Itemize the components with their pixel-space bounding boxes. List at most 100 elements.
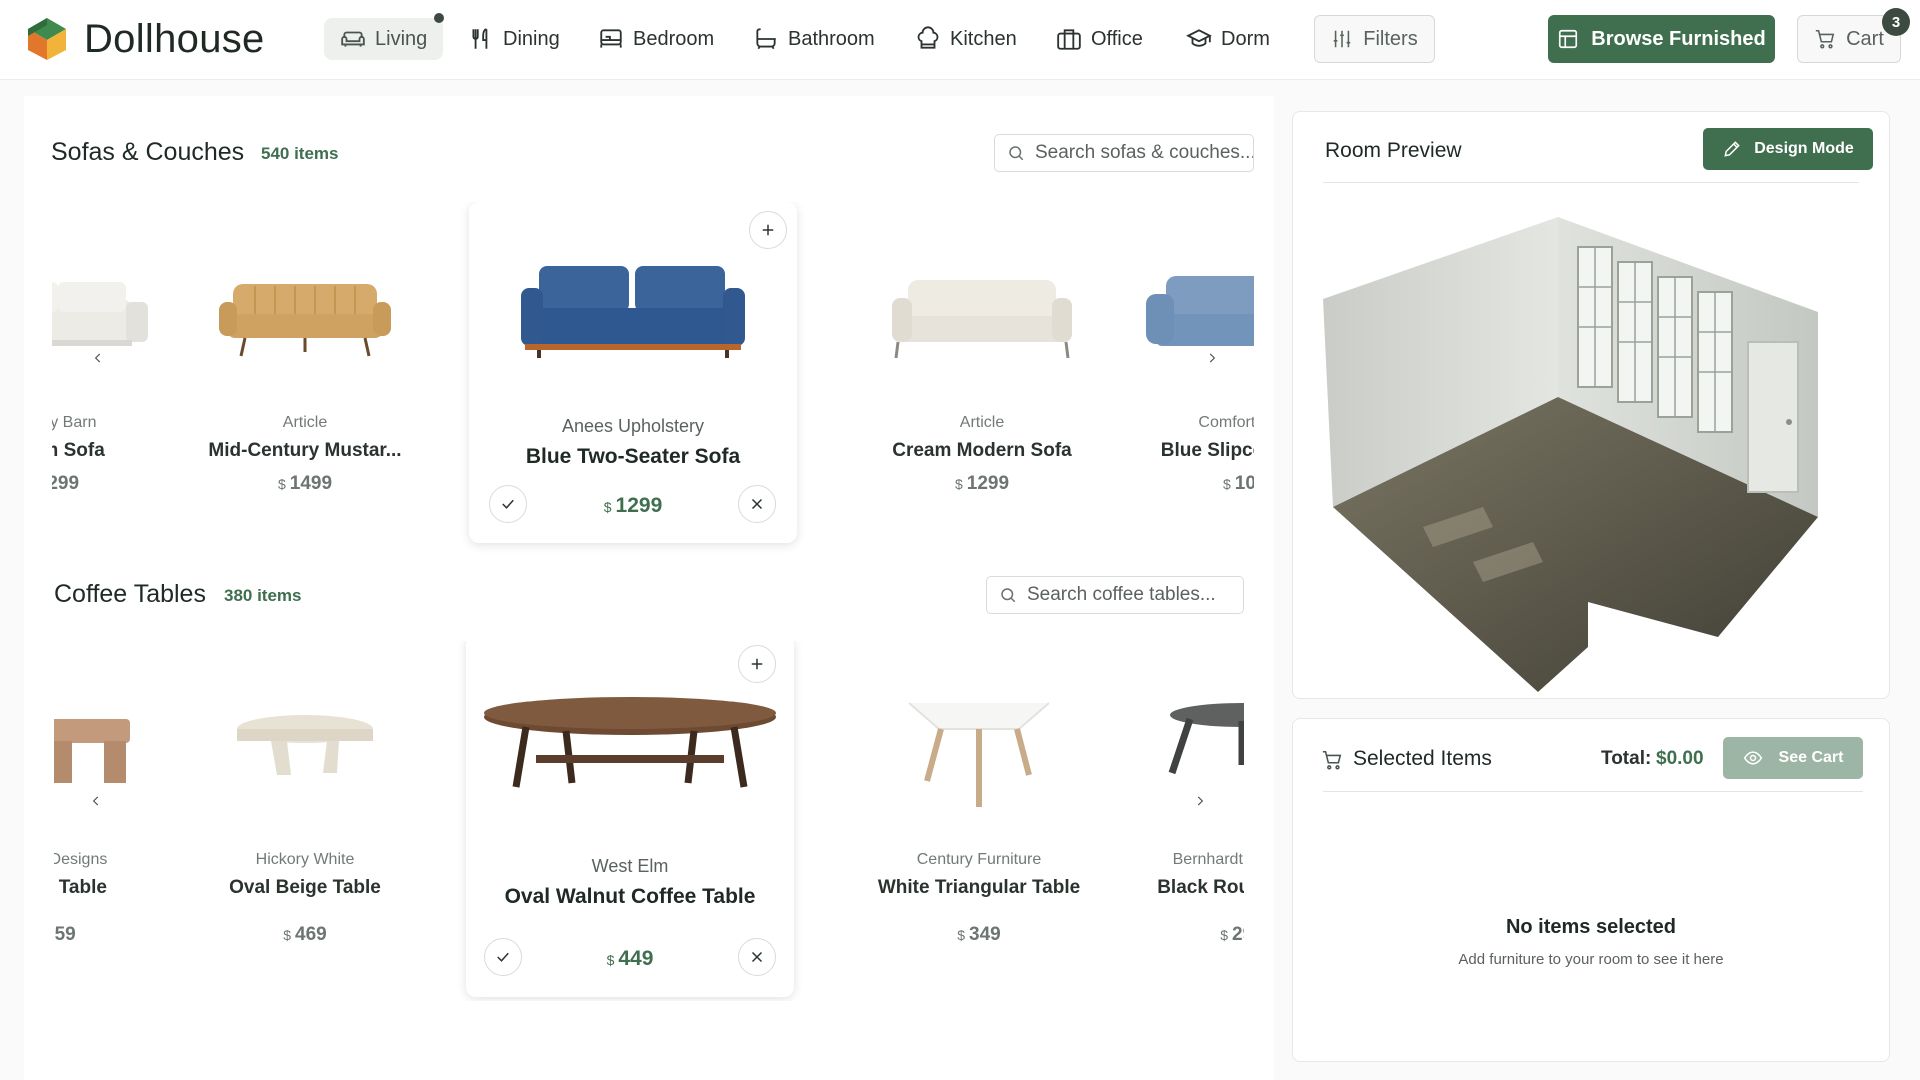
tables-carousel: Rustic Designs Wood Table $359 Hickory W…: [54, 641, 1244, 1001]
product-brand: Pottery Barn: [52, 414, 97, 431]
tables-search-input[interactable]: [1027, 584, 1243, 606]
dismiss-button[interactable]: [738, 485, 776, 523]
plus-icon: [751, 658, 763, 670]
filters-label: Filters: [1363, 27, 1418, 50]
product-name: Blue Slipcover Sofa: [1160, 440, 1254, 461]
product-image: [892, 280, 1072, 359]
product-name: Cream Modern Sofa: [892, 440, 1072, 461]
dismiss-button[interactable]: [738, 938, 776, 976]
panel-divider: [1323, 791, 1863, 792]
product-brand: Bernhardt Furniture: [1172, 851, 1244, 868]
product-card[interactable]: Bernhardt Furniture Black Round Table $2…: [1112, 641, 1244, 1001]
price-value: 1299: [615, 494, 663, 517]
cart-icon: [1815, 29, 1835, 49]
empty-state-title: No items selected: [1505, 916, 1677, 938]
product-image: [908, 702, 1050, 807]
price-value: 1299: [52, 473, 80, 494]
currency-symbol: $: [283, 927, 292, 943]
sofas-search[interactable]: [994, 134, 1254, 172]
active-indicator-dot: [434, 13, 444, 23]
product-name: Oval Beige Table: [229, 877, 381, 898]
nav-tab-office[interactable]: Office: [1040, 18, 1159, 60]
graduation-cap-icon: [1186, 29, 1212, 47]
price-value: 349: [969, 924, 1001, 945]
product-card[interactable]: Article Mid-Century Mustar... $1499: [175, 202, 435, 562]
design-mode-label: Design Mode: [1754, 140, 1854, 157]
nav-tab-label: Living: [375, 27, 428, 50]
panel-divider: [1323, 182, 1859, 183]
utensils-icon: [472, 28, 488, 49]
product-brand: Article: [959, 414, 1005, 431]
product-card[interactable]: Century Furniture White Triangular Table…: [849, 641, 1109, 1001]
selected-items-panel: Selected Items Total: $0.00 See Cart No …: [1292, 718, 1890, 1062]
carousel-next-button[interactable]: [1190, 791, 1210, 811]
cart-label: Cart: [1846, 27, 1884, 50]
catalog-panel: Sofas & Couches 540 items Pottery Barn C…: [24, 96, 1274, 1080]
dollhouse-logo-icon[interactable]: [26, 16, 68, 62]
room-3d-view[interactable]: [1323, 207, 1853, 697]
product-card[interactable]: Hickory White Oval Beige Table $469: [175, 641, 435, 1001]
cart-count-badge: 3: [1882, 8, 1910, 36]
brand-name[interactable]: Dollhouse: [84, 17, 265, 62]
carousel-prev-button[interactable]: [88, 348, 108, 368]
design-mode-button[interactable]: Design Mode: [1703, 128, 1873, 170]
product-brand: Century Furniture: [916, 851, 1042, 868]
product-image: [52, 282, 148, 346]
chef-hat-icon: [917, 26, 939, 49]
price-value: 449: [618, 947, 654, 970]
sofas-section-title: Sofas & Couches: [51, 138, 245, 166]
nav-tab-label: Office: [1091, 27, 1143, 50]
carousel-next-button[interactable]: [1202, 348, 1222, 368]
product-brand: Rustic Designs: [54, 851, 108, 868]
product-card-featured[interactable]: West Elm Oval Walnut Coffee Table $449: [466, 641, 794, 997]
total-value: $0.00: [1656, 748, 1704, 769]
product-price: $1299: [52, 473, 182, 495]
carousel-prev-button[interactable]: [86, 791, 106, 811]
product-card[interactable]: Article Cream Modern Sofa $1299: [852, 202, 1112, 562]
product-card[interactable]: Comfort Living Blue Slipcover Sofa $1099: [1120, 202, 1254, 562]
sliders-icon: [1334, 30, 1351, 48]
tables-item-count: 380 items: [224, 586, 302, 605]
product-name: Wood Table: [54, 877, 107, 898]
sofa-icon: [341, 31, 365, 47]
see-cart-label: See Cart: [1778, 749, 1844, 766]
product-name: Oval Walnut Coffee Table: [504, 885, 756, 908]
browse-furnished-button[interactable]: Browse Furnished: [1548, 15, 1775, 63]
product-image: [1168, 703, 1244, 775]
chevron-left-icon: [92, 796, 99, 806]
nav-tab-bedroom[interactable]: Bedroom: [582, 18, 730, 60]
tables-search[interactable]: [986, 576, 1244, 614]
price-value: 1499: [289, 473, 333, 494]
product-name: White Triangular Table: [877, 877, 1081, 898]
product-card[interactable]: Pottery Barn Cream Sofa $1299: [52, 202, 182, 562]
nav-tab-bathroom[interactable]: Bathroom: [737, 18, 891, 60]
product-image: [54, 719, 130, 783]
currency-symbol: $: [606, 952, 615, 968]
product-image: [484, 697, 776, 788]
currency-symbol: $: [277, 476, 286, 492]
product-price: $299: [1112, 924, 1244, 946]
nav-tab-label: Bedroom: [633, 27, 715, 50]
briefcase-icon: [1057, 29, 1081, 50]
nav-tab-living[interactable]: Living: [324, 18, 444, 60]
selected-items-title: Selected Items: [1353, 747, 1492, 770]
price-value: 299: [1232, 924, 1244, 945]
bed-icon: [600, 29, 622, 48]
product-card-featured[interactable]: Anees Upholstery Blue Two-Seater Sofa $1…: [469, 202, 797, 543]
product-price: $1099: [1120, 473, 1254, 495]
price-value: 469: [295, 924, 327, 945]
product-price: $359: [54, 924, 184, 946]
product-price: $1499: [175, 473, 435, 495]
nav-tab-label: Bathroom: [788, 27, 875, 50]
see-cart-button[interactable]: See Cart: [1723, 737, 1863, 779]
nav-tab-dorm[interactable]: Dorm: [1170, 18, 1286, 60]
sofas-search-input[interactable]: [1035, 142, 1253, 164]
nav-tab-dining[interactable]: Dining: [452, 18, 576, 60]
nav-tab-kitchen[interactable]: Kitchen: [899, 18, 1033, 60]
product-card[interactable]: Rustic Designs Wood Table $359: [54, 641, 184, 1001]
chevron-right-icon: [1209, 353, 1216, 363]
price-value: 1099: [1234, 473, 1254, 494]
product-image: [237, 715, 373, 775]
currency-symbol: $: [957, 927, 966, 943]
filters-button[interactable]: Filters: [1314, 15, 1435, 63]
